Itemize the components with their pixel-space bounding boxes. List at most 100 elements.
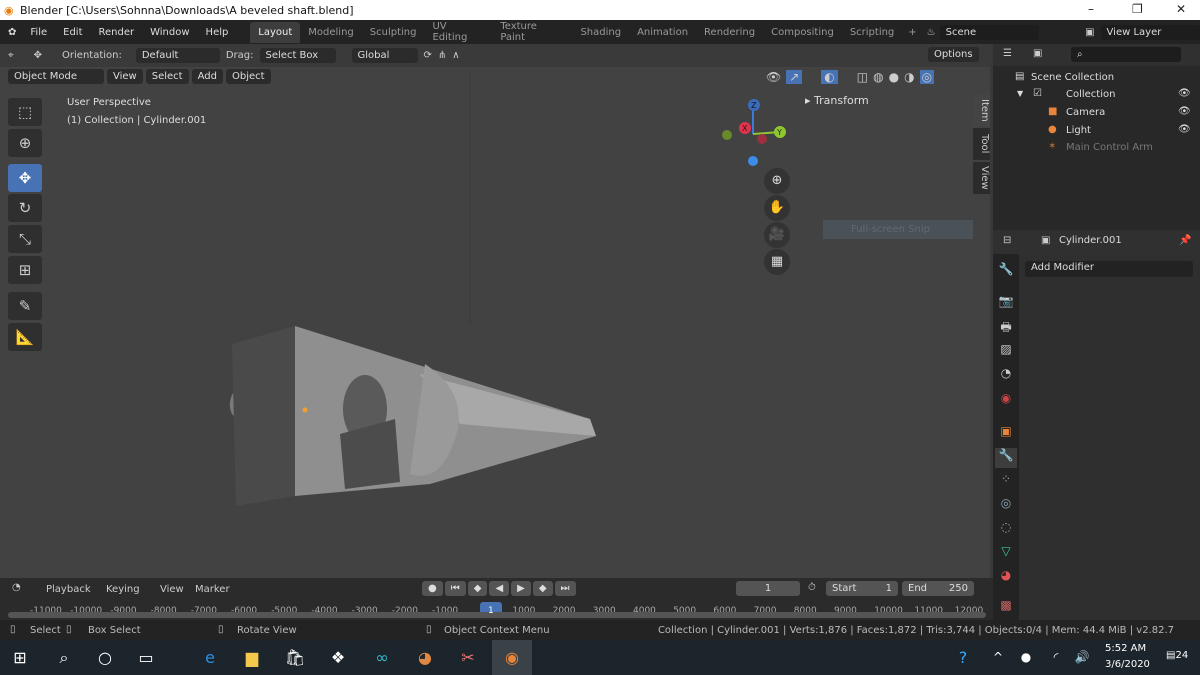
snip-tool-icon[interactable]: ✂ bbox=[448, 640, 488, 675]
add-workspace-icon[interactable]: + bbox=[902, 27, 922, 38]
play-reverse-button[interactable]: ◀ bbox=[489, 581, 510, 596]
end-frame-field[interactable]: End 250 bbox=[902, 581, 974, 596]
blender-menu-icon[interactable]: ✿ bbox=[8, 27, 16, 38]
editor-type-icon[interactable]: ⊟ bbox=[1003, 235, 1011, 246]
constraints-icon[interactable]: ◌ bbox=[995, 520, 1017, 540]
scene-properties-icon[interactable]: ◔ bbox=[995, 366, 1017, 386]
next-keyframe-button[interactable]: ◆ bbox=[532, 581, 553, 596]
outliner-item-camera[interactable]: Camera bbox=[1066, 107, 1105, 118]
add-modifier-dropdown[interactable]: Add Modifier bbox=[1025, 261, 1193, 277]
neg-x-axis[interactable] bbox=[757, 134, 767, 144]
search-icon[interactable]: ⌕ bbox=[44, 640, 84, 675]
close-button[interactable]: ✕ bbox=[1176, 2, 1186, 16]
render-properties-icon[interactable]: 📷 bbox=[995, 294, 1017, 314]
network-alert-icon[interactable]: ● bbox=[1014, 640, 1038, 675]
start-frame-field[interactable]: Start 1 bbox=[826, 581, 898, 596]
neg-z-axis[interactable] bbox=[748, 156, 758, 166]
menu-marker[interactable]: Marker bbox=[195, 584, 230, 595]
tab-rendering[interactable]: Rendering bbox=[696, 22, 763, 43]
stopwatch-icon[interactable]: ⏱ bbox=[808, 582, 816, 593]
menu-render[interactable]: Render bbox=[91, 27, 143, 38]
particles-icon[interactable]: ⁘ bbox=[995, 472, 1017, 492]
menu-keying[interactable]: Keying bbox=[106, 584, 140, 595]
collection-checkbox[interactable]: ☑ bbox=[1033, 88, 1042, 99]
menu-help[interactable]: Help bbox=[198, 27, 237, 38]
data-properties-icon[interactable]: ▽ bbox=[995, 544, 1017, 564]
windows-start-icon[interactable]: ⊞ bbox=[0, 640, 40, 675]
side-tab-view[interactable]: View bbox=[973, 162, 990, 194]
outliner-item-main-control-arm[interactable]: Main Control Arm bbox=[1066, 142, 1153, 153]
transform-panel[interactable]: ▸ Transform bbox=[805, 94, 869, 107]
maximize-button[interactable]: ❐ bbox=[1132, 2, 1143, 16]
side-tab-item[interactable]: Item bbox=[973, 94, 990, 126]
dropbox-icon[interactable]: ❖ bbox=[318, 640, 358, 675]
scene-icon[interactable]: ♨ bbox=[923, 27, 940, 38]
menu-window[interactable]: Window bbox=[142, 27, 197, 38]
neg-y-axis[interactable] bbox=[722, 130, 732, 140]
menu-playback[interactable]: Playback bbox=[46, 584, 91, 595]
tab-sculpting[interactable]: Sculpting bbox=[362, 22, 425, 43]
prev-keyframe-button[interactable]: ◆ bbox=[467, 581, 488, 596]
cortana-icon[interactable]: ○ bbox=[85, 640, 125, 675]
wifi-icon[interactable]: ◜ bbox=[1044, 640, 1068, 675]
outliner-item-collection[interactable]: Collection bbox=[1066, 89, 1115, 100]
3d-viewport[interactable]: ⌖ ✥ Orientation: Default Drag: Select Bo… bbox=[0, 44, 990, 578]
tab-layout[interactable]: Layout bbox=[250, 21, 301, 43]
menu-view[interactable]: View bbox=[160, 584, 184, 595]
tab-shading[interactable]: Shading bbox=[572, 22, 629, 43]
record-button[interactable]: ● bbox=[422, 581, 443, 596]
minimize-button[interactable]: – bbox=[1088, 2, 1094, 16]
view-layer-properties-icon[interactable]: ▨ bbox=[995, 342, 1017, 362]
file-explorer-icon[interactable]: ▆ bbox=[232, 640, 272, 675]
view-layer-icon[interactable]: ▣ bbox=[1079, 27, 1100, 38]
material-properties-icon[interactable]: ◕ bbox=[995, 568, 1017, 588]
scene-field[interactable]: Scene bbox=[939, 24, 1040, 40]
pin-icon[interactable]: 📌 bbox=[1179, 235, 1191, 246]
help-icon[interactable]: ? bbox=[952, 640, 974, 675]
eye-icon[interactable]: 👁 bbox=[1178, 124, 1191, 135]
jump-end-button[interactable]: ⏭ bbox=[554, 581, 576, 596]
display-mode-icon[interactable]: ☰ bbox=[1003, 48, 1012, 59]
chrome-icon[interactable]: ◕ bbox=[405, 640, 445, 675]
view-layer-field[interactable]: View Layer bbox=[1100, 24, 1200, 40]
clock-date[interactable]: 3/6/2020 bbox=[1105, 659, 1150, 670]
output-properties-icon[interactable]: 🖶 bbox=[995, 318, 1017, 338]
tab-scripting[interactable]: Scripting bbox=[842, 22, 902, 43]
tool-properties-icon[interactable]: 🔧 bbox=[995, 262, 1017, 282]
editor-type-icon[interactable]: ◔ bbox=[12, 582, 21, 593]
modifier-properties-icon[interactable]: 🔧 bbox=[995, 448, 1017, 468]
physics-icon[interactable]: ◎ bbox=[995, 496, 1017, 516]
tab-modeling[interactable]: Modeling bbox=[300, 22, 362, 43]
side-tab-tool[interactable]: Tool bbox=[973, 128, 990, 160]
current-frame-field[interactable]: 1 bbox=[736, 581, 800, 596]
clock-time[interactable]: 5:52 AM bbox=[1105, 643, 1146, 654]
outliner-search[interactable]: ⌕ bbox=[1071, 47, 1181, 62]
menu-file[interactable]: File bbox=[22, 27, 55, 38]
ortho-grid-icon[interactable]: ▦ bbox=[764, 249, 790, 275]
tab-animation[interactable]: Animation bbox=[629, 22, 696, 43]
eye-icon[interactable]: 👁 bbox=[1178, 88, 1191, 99]
world-properties-icon[interactable]: ◉ bbox=[995, 391, 1017, 411]
collapse-arrow-icon[interactable]: ▼ bbox=[1017, 89, 1023, 98]
texture-properties-icon[interactable]: ▩ bbox=[995, 598, 1017, 618]
tab-compositing[interactable]: Compositing bbox=[763, 22, 842, 43]
camera-view-icon[interactable]: 🎥 bbox=[764, 222, 790, 248]
object-properties-icon[interactable]: ▣ bbox=[995, 424, 1017, 444]
eye-icon[interactable]: 👁 bbox=[1178, 106, 1191, 117]
notification-center[interactable]: ▤24 bbox=[1166, 650, 1188, 661]
task-view-icon[interactable]: ▭ bbox=[126, 640, 166, 675]
play-button[interactable]: ▶ bbox=[511, 581, 531, 596]
volume-icon[interactable]: 🔊 bbox=[1070, 640, 1094, 675]
edge-icon[interactable]: e bbox=[190, 640, 230, 675]
scene-collection[interactable]: Scene Collection bbox=[1031, 72, 1114, 83]
outliner-item-light[interactable]: Light bbox=[1066, 125, 1091, 136]
zoom-icon[interactable]: ⊕ bbox=[764, 168, 790, 194]
jump-start-button[interactable]: ⏮ bbox=[444, 581, 466, 596]
filter-view-icon[interactable]: ▣ bbox=[1033, 48, 1042, 59]
timeline-scrollbar[interactable] bbox=[8, 612, 986, 618]
blender-taskbar-icon[interactable]: ◉ bbox=[492, 640, 532, 675]
menu-edit[interactable]: Edit bbox=[55, 27, 90, 38]
show-hidden-icons[interactable]: ^ bbox=[988, 640, 1008, 675]
store-icon[interactable]: 🛍 bbox=[275, 640, 315, 675]
infinity-app-icon[interactable]: ∞ bbox=[362, 640, 402, 675]
